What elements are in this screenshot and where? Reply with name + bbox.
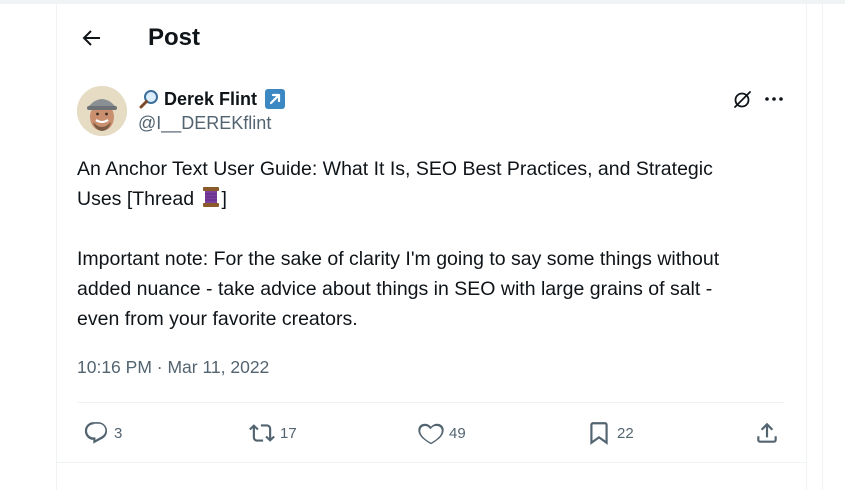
more-icon[interactable] [763, 90, 785, 108]
reply-button[interactable]: 3 [83, 420, 122, 446]
back-arrow-icon[interactable] [79, 26, 103, 50]
post-header: Post [57, 4, 806, 72]
magnifying-glass-icon [139, 90, 158, 109]
verified-badge-icon [265, 89, 286, 109]
author-name-row[interactable]: Derek Flint [138, 88, 286, 110]
avatar-image [77, 86, 127, 136]
reply-count: 3 [114, 424, 123, 442]
share-icon [757, 422, 777, 443]
author-name[interactable]: Derek Flint [164, 89, 257, 110]
spool-of-thread-icon [203, 187, 220, 207]
repost-count: 17 [280, 424, 297, 442]
reply-icon [84, 422, 108, 444]
avatar[interactable] [77, 86, 127, 136]
share-button[interactable] [754, 420, 780, 446]
repost-icon [249, 424, 275, 442]
right-column-divider [822, 4, 823, 490]
bookmark-icon [590, 422, 608, 445]
author-block: Derek Flint @I__DEREKflint [138, 88, 286, 134]
post-body: An Anchor Text User Guide: What It Is, S… [77, 154, 797, 334]
bookmark-button[interactable]: 22 [586, 420, 634, 446]
bookmark-count: 22 [617, 424, 634, 442]
like-button[interactable]: 49 [418, 420, 466, 446]
like-count: 49 [449, 424, 466, 442]
post-column: Post Derek Flint @I__DEREKflint An Ancho… [56, 4, 807, 490]
post-timestamp[interactable]: 10:16 PM · Mar 11, 2022 [77, 357, 269, 378]
post-line-2: Uses [Thread ] [77, 184, 797, 214]
post-paragraph-2: Important note: For the sake of clarity … [77, 248, 720, 330]
repost-button[interactable]: 17 [249, 420, 297, 446]
author-handle[interactable]: @I__DEREKflint [138, 113, 286, 134]
actions-divider-top [77, 402, 784, 403]
post-line-2-text: Uses [Thread [77, 188, 200, 210]
grok-icon[interactable] [731, 88, 753, 110]
like-icon [418, 423, 444, 445]
actions-divider-bottom [57, 462, 806, 463]
post-line-1: An Anchor Text User Guide: What It Is, S… [77, 158, 713, 180]
page-title: Post [148, 24, 201, 51]
post-line-2-close: ] [221, 188, 227, 210]
